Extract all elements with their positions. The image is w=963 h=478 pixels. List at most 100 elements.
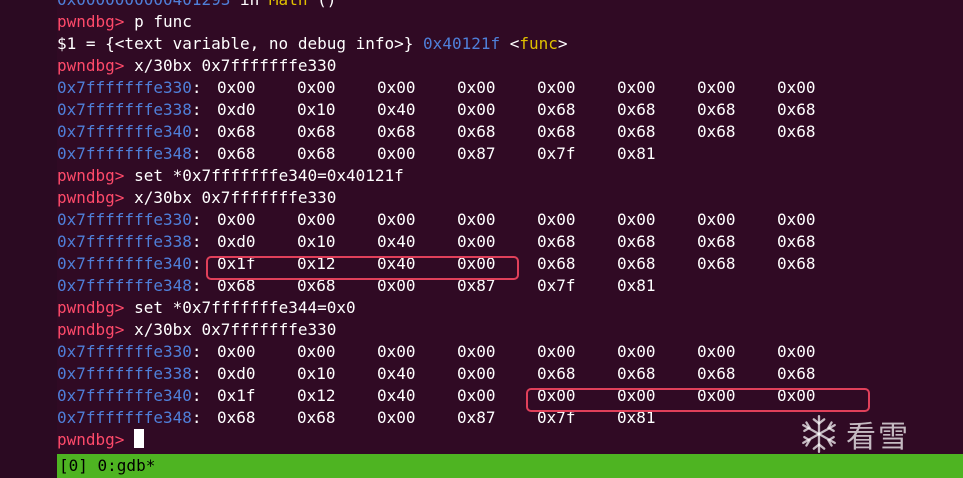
- memory-byte: 0x00: [297, 78, 336, 97]
- memory-byte: 0x68: [617, 122, 656, 141]
- memory-byte: 0x00: [457, 232, 496, 251]
- command-text: x/30bx 0x7fffffffe330: [124, 320, 337, 339]
- memory-byte: 0x40: [377, 364, 416, 383]
- address-colon: :: [191, 364, 202, 383]
- memory-byte: 0x00: [697, 342, 736, 361]
- memory-byte: 0x00: [377, 144, 416, 163]
- memory-byte: 0x68: [537, 254, 576, 273]
- memory-byte: 0x68: [217, 144, 256, 163]
- address-colon: :: [191, 78, 202, 97]
- memory-byte: 0x10: [297, 100, 336, 119]
- address-colon: :: [191, 210, 202, 229]
- memory-byte: 0x68: [457, 122, 496, 141]
- watermark-text: 看雪: [846, 420, 910, 455]
- memory-byte: 0x00: [537, 210, 576, 229]
- address-colon: :: [191, 254, 202, 273]
- memory-byte: 0x68: [697, 232, 736, 251]
- partial-frame-line: 0x0000000000401293 in Math (): [57, 0, 963, 11]
- memory-byte: 0x68: [697, 364, 736, 383]
- memory-byte: 0x68: [217, 122, 256, 141]
- address-colon: :: [191, 342, 202, 361]
- memory-byte: 0x00: [217, 210, 256, 229]
- memory-byte: 0x68: [777, 254, 816, 273]
- command-text: set *0x7fffffffe340=0x40121f: [124, 166, 404, 185]
- memory-byte: 0x00: [457, 210, 496, 229]
- memory-byte: 0x00: [617, 78, 656, 97]
- memory-byte: 0x00: [457, 78, 496, 97]
- memory-byte: 0x68: [697, 100, 736, 119]
- command-line: pwndbg> x/30bx 0x7fffffffe330: [57, 187, 963, 209]
- memory-byte: 0x00: [457, 386, 496, 405]
- memory-byte: 0x1f: [217, 386, 256, 405]
- bracket-open: <: [500, 34, 520, 53]
- memory-byte: 0x00: [297, 210, 336, 229]
- memory-byte: 0x00: [697, 210, 736, 229]
- command-line: pwndbg> set *0x7fffffffe344=0x0: [57, 297, 963, 319]
- text-cursor: [134, 429, 145, 448]
- memory-row: 0x7fffffffe330: 0x00 0x00 0x00 0x00 0x00 0x00 0…: [57, 77, 963, 99]
- memory-byte: 0x68: [617, 364, 656, 383]
- memory-byte: 0xd0: [217, 100, 256, 119]
- memory-byte: 0x68: [377, 122, 416, 141]
- command-text: p func: [124, 12, 192, 31]
- address-colon: :: [191, 144, 202, 163]
- memory-byte: 0x68: [537, 100, 576, 119]
- memory-dump-1: 0x7fffffffe330: 0x00 0x00 0x00 0x00 0x00 0x00 0…: [57, 77, 963, 165]
- memory-byte: 0x68: [777, 232, 816, 251]
- memory-byte: 0x00: [537, 342, 576, 361]
- frame-in: in: [230, 0, 269, 9]
- memory-byte: 0x00: [777, 210, 816, 229]
- memory-byte: 0x68: [537, 364, 576, 383]
- memory-address: 0x7fffffffe330: [57, 210, 192, 229]
- memory-byte: 0x68: [697, 254, 736, 273]
- terminal-output[interactable]: 0x0000000000401293 in Math () pwndbg> p …: [57, 0, 963, 451]
- memory-byte: 0x00: [217, 78, 256, 97]
- memory-address: 0x7fffffffe340: [57, 254, 192, 273]
- memory-dump-2: 0x7fffffffe330: 0x00 0x00 0x00 0x00 0x00 0x00 0…: [57, 209, 963, 297]
- frame-args: (): [307, 0, 336, 9]
- memory-address: 0x7fffffffe340: [57, 122, 192, 141]
- memory-address: 0x7fffffffe338: [57, 364, 192, 383]
- memory-address: 0x7fffffffe330: [57, 342, 192, 361]
- prompt: pwndbg>: [57, 188, 125, 207]
- memory-address: 0x7fffffffe330: [57, 78, 192, 97]
- prompt: pwndbg>: [57, 166, 125, 185]
- command-line: pwndbg> x/30bx 0x7fffffffe330: [57, 319, 963, 341]
- memory-byte: 0x40: [377, 232, 416, 251]
- memory-byte: 0x00: [457, 342, 496, 361]
- prompt: pwndbg>: [57, 430, 125, 449]
- address-colon: :: [191, 386, 202, 405]
- memory-byte: 0x00: [377, 342, 416, 361]
- frame-address: 0x0000000000401293: [57, 0, 230, 9]
- command-line: pwndbg> p func: [57, 11, 963, 33]
- snowflake-icon: [802, 414, 836, 454]
- tmux-window-label[interactable]: [0] 0:gdb*: [59, 456, 155, 475]
- memory-byte: 0x68: [297, 122, 336, 141]
- prompt: pwndbg>: [57, 12, 125, 31]
- memory-byte: 0x87: [457, 144, 496, 163]
- memory-row: 0x7fffffffe348: 0x68 0x68 0x00 0x87 0x7f 0x81: [57, 143, 963, 165]
- memory-byte: 0x68: [297, 144, 336, 163]
- memory-byte: 0x68: [617, 100, 656, 119]
- prompt: pwndbg>: [57, 56, 125, 75]
- memory-byte: 0x00: [457, 100, 496, 119]
- command-line: pwndbg> set *0x7fffffffe340=0x40121f: [57, 165, 963, 187]
- memory-byte: 0x68: [217, 408, 256, 427]
- prompt: pwndbg>: [57, 320, 125, 339]
- memory-row: 0x7fffffffe338: 0xd0 0x10 0x40 0x00 0x68 0x68 0…: [57, 363, 963, 385]
- command-line: pwndbg> x/30bx 0x7fffffffe330: [57, 55, 963, 77]
- memory-byte: 0x68: [617, 254, 656, 273]
- memory-row: 0x7fffffffe330: 0x00 0x00 0x00 0x00 0x00 0x00 0…: [57, 341, 963, 363]
- memory-address: 0x7fffffffe340: [57, 386, 192, 405]
- memory-byte: 0x68: [697, 122, 736, 141]
- memory-byte: 0x00: [537, 78, 576, 97]
- memory-byte: 0x40: [377, 100, 416, 119]
- address-colon: :: [191, 100, 202, 119]
- memory-address: 0x7fffffffe348: [57, 276, 192, 295]
- memory-byte: 0xd0: [217, 364, 256, 383]
- memory-byte: 0x00: [377, 78, 416, 97]
- memory-byte: 0x87: [457, 408, 496, 427]
- memory-row: 0x7fffffffe340: 0x68 0x68 0x68 0x68 0x68 0x68 0…: [57, 121, 963, 143]
- memory-byte: 0x68: [777, 122, 816, 141]
- address-colon: :: [191, 232, 202, 251]
